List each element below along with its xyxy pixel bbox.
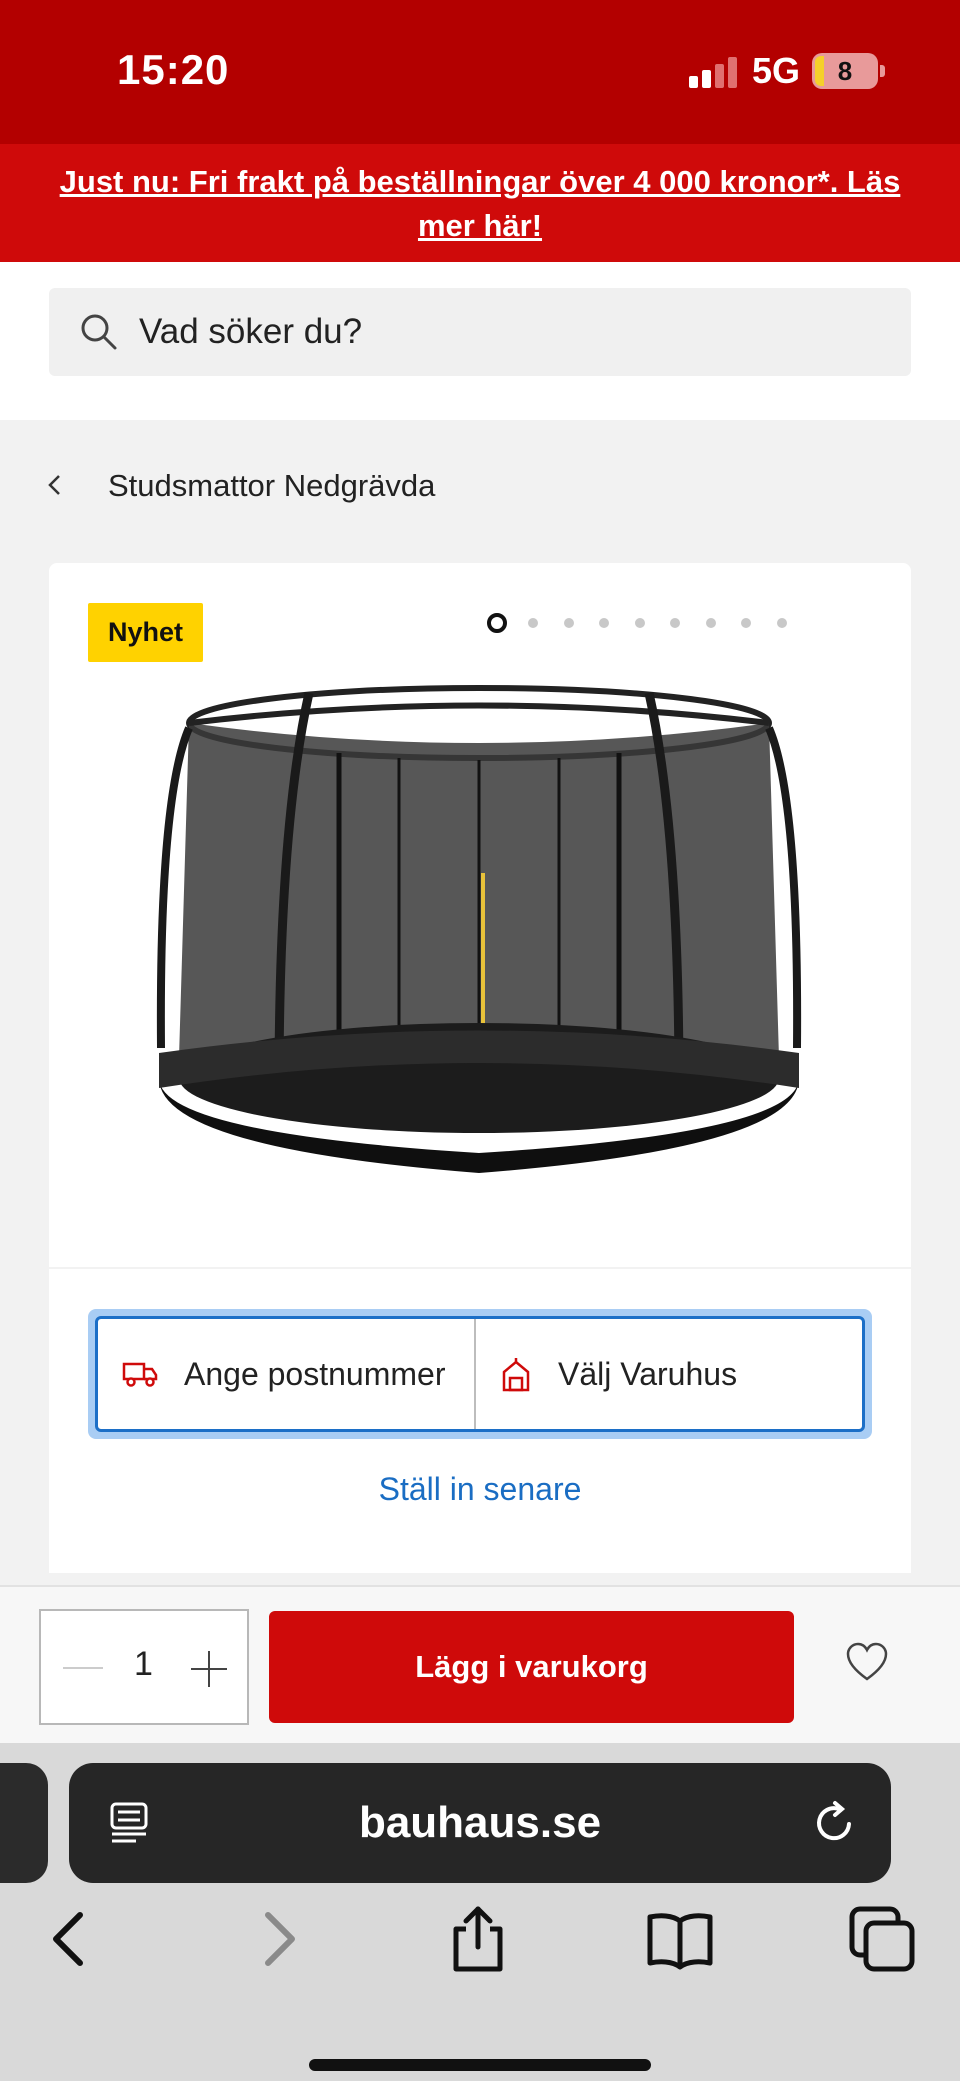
carousel-dot[interactable]	[599, 618, 609, 628]
store-label: Välj Varuhus	[558, 1355, 738, 1392]
reload-icon[interactable]	[809, 1798, 859, 1848]
product-card: Nyhet Ange postnummer Välj Varuhus Ställ…	[49, 563, 911, 1573]
battery-icon: 8	[812, 53, 885, 89]
battery-level: 8	[837, 56, 853, 86]
delivery-picker: Ange postnummer Välj Varuhus Ställ in se…	[49, 1267, 911, 1573]
carousel-dot-active[interactable]	[487, 613, 507, 633]
carousel-dot[interactable]	[528, 618, 538, 628]
promo-banner-link[interactable]: Just nu: Fri frakt på beställningar över…	[0, 144, 960, 262]
signal-icon	[689, 56, 739, 88]
previous-tab[interactable]	[0, 1763, 48, 1883]
forward-icon[interactable]	[242, 1903, 314, 1975]
back-icon[interactable]	[34, 1903, 106, 1975]
new-badge: Nyhet	[88, 603, 204, 662]
carousel-dot[interactable]	[741, 618, 751, 628]
decrease-button[interactable]	[63, 1667, 103, 1669]
share-icon[interactable]	[442, 1903, 514, 1975]
delivery-picker-inner: Ange postnummer Välj Varuhus	[95, 1316, 865, 1432]
picker-divider	[474, 1319, 476, 1429]
postcode-label: Ange postnummer	[184, 1355, 446, 1392]
search-input[interactable]: Vad söker du?	[49, 288, 911, 376]
url-text[interactable]: bauhaus.se	[69, 1763, 891, 1883]
plus-icon[interactable]	[208, 1651, 210, 1687]
heart-icon[interactable]	[845, 1642, 889, 1682]
product-image[interactable]	[149, 678, 809, 1178]
search-icon	[81, 314, 117, 350]
address-bar[interactable]: bauhaus.se	[69, 1763, 891, 1883]
carousel-dot[interactable]	[670, 618, 680, 628]
carousel-dot[interactable]	[776, 618, 787, 628]
carousel-dot[interactable]	[705, 618, 716, 628]
quantity-value[interactable]: 1	[134, 1645, 153, 1684]
carousel-dot[interactable]	[563, 618, 574, 628]
delivery-picker-box: Ange postnummer Välj Varuhus	[88, 1309, 872, 1439]
breadcrumb-label: Studsmattor Nedgrävda	[108, 468, 436, 503]
store-button[interactable]: Välj Varuhus	[500, 1319, 737, 1429]
add-to-cart-button[interactable]: Lägg i varukorg	[269, 1611, 794, 1723]
bookmarks-icon[interactable]	[644, 1903, 716, 1975]
cart-bar: 1 Lägg i varukorg	[0, 1585, 960, 1743]
browser-toolbar: bauhaus.se	[0, 1743, 960, 2081]
store-icon	[502, 1358, 530, 1392]
chevron-left-icon	[48, 475, 60, 495]
network-type: 5G	[752, 50, 801, 91]
quantity-stepper: 1	[39, 1609, 249, 1725]
truck-icon	[122, 1362, 158, 1387]
home-indicator[interactable]	[309, 2059, 651, 2071]
carousel-dots[interactable]	[487, 611, 787, 635]
set-later-link[interactable]: Ställ in senare	[49, 1471, 911, 1508]
search-section: Vad söker du?	[0, 262, 960, 420]
status-bar: 15:20 5G 8	[0, 0, 960, 144]
search-placeholder: Vad söker du?	[139, 312, 363, 351]
tabs-icon[interactable]	[846, 1903, 918, 1975]
carousel-dot[interactable]	[634, 618, 645, 628]
postcode-button[interactable]: Ange postnummer	[122, 1319, 445, 1429]
status-time: 15:20	[117, 46, 230, 93]
